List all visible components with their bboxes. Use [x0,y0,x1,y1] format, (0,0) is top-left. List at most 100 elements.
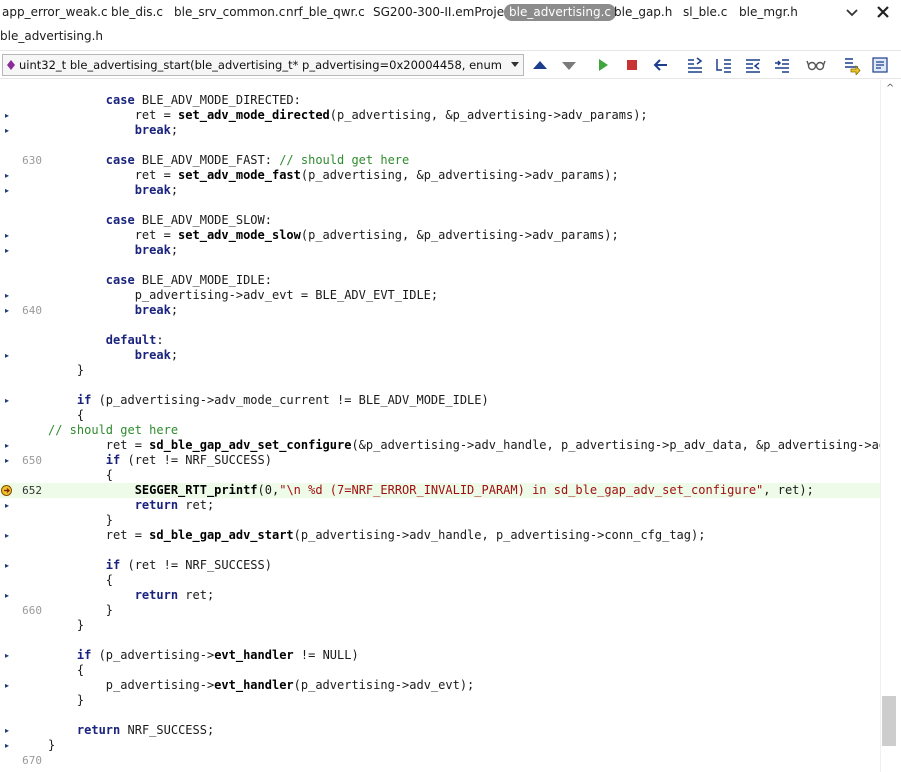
gutter[interactable]: ▸ [0,648,46,663]
code-line[interactable]: 630 case BLE_ADV_MODE_FAST: // should ge… [0,153,880,168]
code-line[interactable]: ▸ return NRF_SUCCESS; [0,723,880,738]
code-line[interactable]: // should get here [0,423,880,438]
code-text[interactable]: } [48,738,55,753]
gutter[interactable] [0,378,46,393]
gutter[interactable] [0,708,46,723]
breakpoint-site-icon[interactable]: ▸ [5,231,9,240]
gutter[interactable]: ▸ [0,348,46,363]
gutter[interactable] [0,318,46,333]
step-into-icon[interactable] [685,55,705,75]
breakpoint-site-icon[interactable]: ▸ [5,111,9,120]
code-text[interactable]: return ret; [48,588,214,603]
code-text[interactable]: if (ret != NRF_SUCCESS) [48,558,272,573]
code-line[interactable] [0,318,880,333]
continue-icon[interactable] [593,55,613,75]
gutter[interactable]: ▸ [0,438,46,453]
gutter[interactable]: ▸ [0,528,46,543]
tab-ble-gap-h[interactable]: ble_gap.h [614,4,672,21]
gutter[interactable] [0,93,46,108]
code-line[interactable] [0,138,880,153]
code-line[interactable]: 670 [0,753,880,768]
code-line[interactable]: 660 } [0,603,880,618]
breakpoint-site-icon[interactable]: ▸ [5,741,9,750]
code-line[interactable]: ▸ return ret; [0,498,880,513]
gutter[interactable] [0,573,46,588]
code-text[interactable]: } [48,513,113,528]
code-text[interactable]: if (p_advertising->evt_handler != NULL) [48,648,359,663]
step-over-icon[interactable] [714,55,734,75]
breakpoint-site-icon[interactable]: ▸ [5,531,9,540]
code-text[interactable]: return NRF_SUCCESS; [48,723,214,738]
tab-emproject[interactable]: SG200-300-II.emProject [373,4,515,21]
code-line[interactable]: ▸ if (p_advertising->evt_handler != NULL… [0,648,880,663]
breakpoint-site-icon[interactable]: ▸ [5,591,9,600]
gutter[interactable]: 670 [0,753,46,768]
code-text[interactable]: return ret; [48,498,214,513]
gutter[interactable]: ▸ [0,498,46,513]
gutter[interactable]: ▸ [0,738,46,753]
code-text[interactable]: { [48,468,113,483]
code-line[interactable]: { [0,573,880,588]
code-text[interactable]: case BLE_ADV_MODE_IDLE: [48,273,272,288]
code-line[interactable]: } [0,513,880,528]
go-down-icon[interactable] [559,55,579,75]
tab-ble-srv-common[interactable]: ble_srv_common.c [174,4,285,21]
code-line[interactable]: } [0,693,880,708]
tab-nrf-ble-qwr[interactable]: nrf_ble_qwr.c [286,4,365,21]
code-text[interactable]: } [48,363,84,378]
gutter[interactable]: 630 [0,153,46,168]
breakpoint-site-icon[interactable]: ▸ [5,501,9,510]
tab-ble-advertising-h[interactable]: ble_advertising.h [0,28,103,45]
code-line[interactable]: case BLE_ADV_MODE_SLOW: [0,213,880,228]
code-line[interactable]: ▸ if (ret != NRF_SUCCESS) [0,558,880,573]
code-line[interactable] [0,633,880,648]
code-text[interactable]: if (ret != NRF_SUCCESS) [48,453,272,468]
gutter[interactable]: ▸ [0,678,46,693]
code-text[interactable]: ret = set_adv_mode_directed(p_advertisin… [48,108,648,123]
code-text[interactable]: case BLE_ADV_MODE_DIRECTED: [48,93,301,108]
gutter[interactable]: ▸ [0,168,46,183]
go-up-icon[interactable] [530,55,550,75]
breakpoint-site-icon[interactable]: ▸ [5,246,9,255]
code-line[interactable]: ▸ 640 break; [0,303,880,318]
gutter[interactable] [0,468,46,483]
gutter[interactable] [0,333,46,348]
code-line[interactable]: case BLE_ADV_MODE_DIRECTED: [0,93,880,108]
code-line[interactable]: { [0,408,880,423]
gutter[interactable] [0,363,46,378]
tab-ble-mgr-h[interactable]: ble_mgr.h [739,4,798,21]
code-text[interactable]: if (p_advertising->adv_mode_current != B… [48,393,489,408]
gutter[interactable]: ▸ [0,723,46,738]
step-out-icon[interactable] [743,55,763,75]
gutter[interactable]: 660 [0,603,46,618]
code-text[interactable]: case BLE_ADV_MODE_SLOW: [48,213,272,228]
gutter[interactable]: ▸ [0,123,46,138]
gutter[interactable]: ▸ [0,228,46,243]
gutter[interactable] [0,633,46,648]
stop-icon[interactable] [622,55,642,75]
breakpoint-site-icon[interactable]: ▸ [5,291,9,300]
code-line[interactable]: ▸ ret = sd_ble_gap_adv_start(p_advertisi… [0,528,880,543]
code-text[interactable]: } [48,618,84,633]
gutter[interactable]: ▸ 640 [0,303,46,318]
code-text[interactable]: { [48,408,84,423]
tab-ble-advertising-c[interactable]: ble_advertising.c [504,4,616,21]
code-line[interactable]: ▸ if (p_advertising->adv_mode_current !=… [0,393,880,408]
code-text[interactable]: SEGGER_RTT_printf(0,"\n %d (7=NRF_ERROR_… [48,483,814,498]
code-line[interactable]: ▸ ret = set_adv_mode_fast(p_advertising,… [0,168,880,183]
code-text[interactable]: case BLE_ADV_MODE_FAST: // should get he… [48,153,409,168]
breakpoint-site-icon[interactable]: ▸ [5,441,9,450]
code-line[interactable]: ▸ return ret; [0,588,880,603]
code-text[interactable]: { [48,663,84,678]
gutter[interactable] [0,138,46,153]
code-line[interactable] [0,543,880,558]
glasses-icon[interactable] [806,55,826,75]
gutter[interactable] [0,198,46,213]
code-text[interactable]: ret = sd_ble_gap_adv_set_configure(&p_ad… [48,438,880,453]
gutter[interactable]: ▸ [0,393,46,408]
code-line[interactable]: ▸ break; [0,183,880,198]
current-code-line[interactable]: 652 SEGGER_RTT_printf(0,"\n %d (7=NRF_ER… [0,483,880,498]
code-line[interactable]: } [0,618,880,633]
code-line[interactable] [0,708,880,723]
code-line[interactable]: ▸ break; [0,348,880,363]
